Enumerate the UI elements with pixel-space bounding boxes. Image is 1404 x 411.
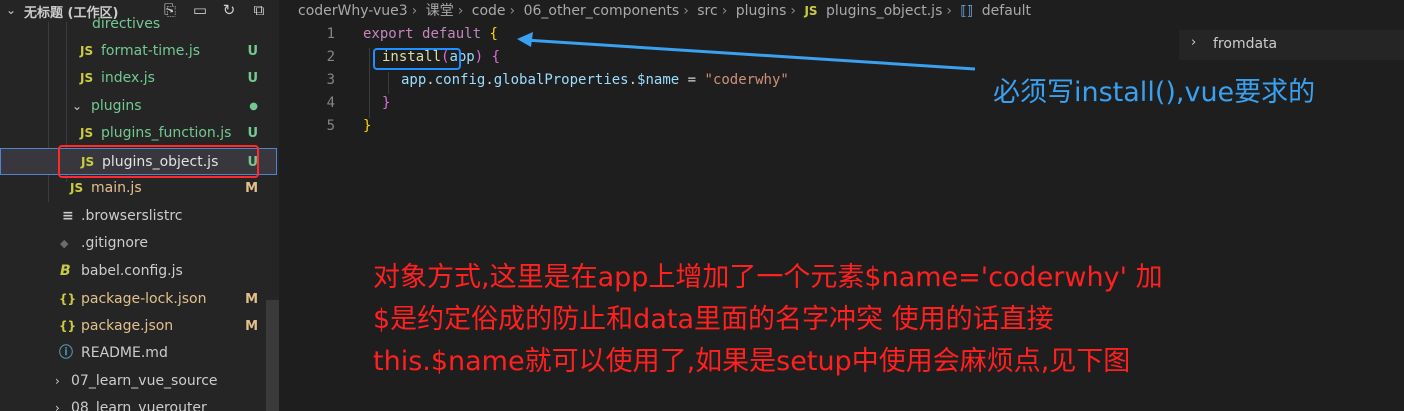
annotation-red-text: this.$name就可以使用了,如果是setup中使用会麻烦点,见下图 [373, 346, 1131, 377]
annotation-red-text: 对象方式,这里是在app上增加了一个元素$name='coderwhy' 加 [373, 262, 1163, 293]
annotation-red-text: $是约定俗成的防止和data里面的名字冲突 使用的话直接 [373, 304, 1054, 335]
annotation-blue-text: 必须写install(),vue要求的 [993, 77, 1316, 108]
arrow-line [524, 38, 976, 71]
arrow-head [517, 32, 533, 47]
